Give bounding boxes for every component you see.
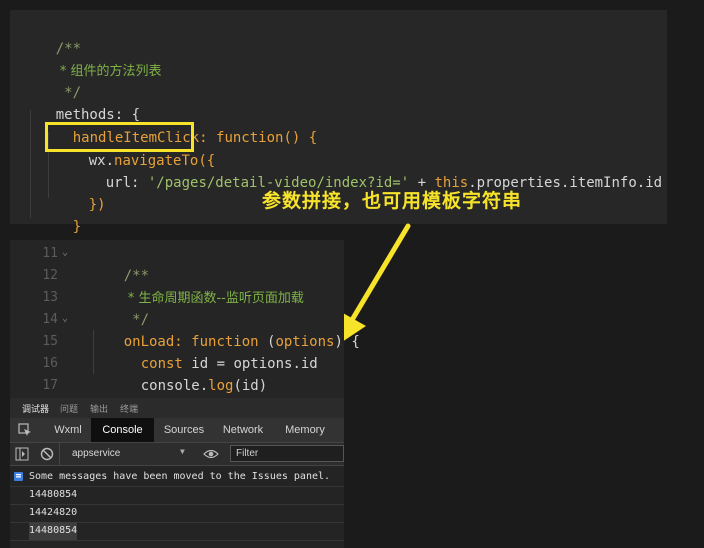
line-number: 14 (42, 312, 58, 327)
code-line: */ (90, 287, 149, 328)
tab-output[interactable]: 输出 (90, 402, 108, 415)
code-line: /** (90, 243, 149, 284)
filter-placeholder: Filter (236, 448, 259, 459)
sidebar-toggle-icon[interactable] (15, 447, 29, 461)
code-text: ) { (334, 334, 360, 350)
clear-console-icon[interactable] (40, 447, 54, 461)
tab-issues[interactable]: 问题 (60, 402, 78, 415)
console-message: 14480854 (10, 522, 344, 541)
code-line: console.log(id) (107, 353, 267, 394)
eye-icon[interactable] (203, 448, 219, 460)
devtools-panel: 调试器 问题 输出 终端 Wxml Console Sources Networ… (10, 398, 344, 548)
devtools-tab-bar: Wxml Console Sources Network Memory (10, 418, 344, 443)
dropdown-arrow-icon: ▼ (180, 447, 185, 456)
bottom-code-editor: 11 12 13 14 15 16 17 ⌄ ⌄ /** * 生命周期函数--监… (10, 240, 360, 416)
line-number: 12 (42, 268, 58, 283)
context-select[interactable]: appservice ▼ (59, 443, 193, 465)
fold-chevron-icon[interactable]: ⌄ (62, 309, 68, 331)
context-select-value: appservice (72, 448, 121, 459)
code-line: * 生命周期函数--监听页面加载 (90, 265, 304, 306)
line-number: 15 (42, 334, 58, 349)
console-message-text: 14480854 (29, 489, 78, 500)
filter-input[interactable]: Filter (230, 445, 344, 462)
line-number: 13 (42, 290, 58, 305)
console-message: Some messages have been moved to the Iss… (10, 468, 344, 487)
console-message: 14480854 (10, 486, 344, 505)
console-toolbar: appservice ▼ Filter (10, 443, 344, 466)
code-line: onLoad: function (options) { (90, 309, 360, 350)
code-text: console. (140, 378, 209, 394)
inspect-icon[interactable] (12, 418, 38, 442)
code-text: (id) (233, 378, 268, 394)
tab-memory[interactable]: Memory (280, 418, 330, 442)
console-message-text: 14480854 (29, 522, 78, 540)
code-line: }, (90, 375, 141, 416)
console-message: 14424820 (10, 504, 344, 523)
tab-wxml[interactable]: Wxml (46, 418, 90, 442)
console-message-text: Some messages have been moved to the Iss… (29, 471, 331, 482)
function-call: log (208, 378, 234, 394)
line-number: 17 (42, 378, 58, 393)
code-line: const id = options.id (107, 331, 318, 372)
line-number: 11 (42, 246, 58, 261)
tab-debugger[interactable]: 调试器 (22, 402, 49, 415)
panel-tab-bar: 调试器 问题 输出 终端 (10, 398, 344, 419)
tab-console[interactable]: Console (91, 418, 154, 442)
fold-chevron-icon[interactable]: ⌄ (62, 243, 68, 265)
tab-sources[interactable]: Sources (156, 418, 212, 442)
tab-network[interactable]: Network (216, 418, 270, 442)
comment-text: * 生命周期函数--监听页面加载 (123, 291, 304, 306)
console-messages: Some messages have been moved to the Iss… (10, 466, 344, 548)
console-message-text: 14424820 (29, 507, 78, 518)
tab-terminal[interactable]: 终端 (120, 402, 138, 415)
line-number: 16 (42, 356, 58, 371)
info-icon (14, 472, 23, 481)
